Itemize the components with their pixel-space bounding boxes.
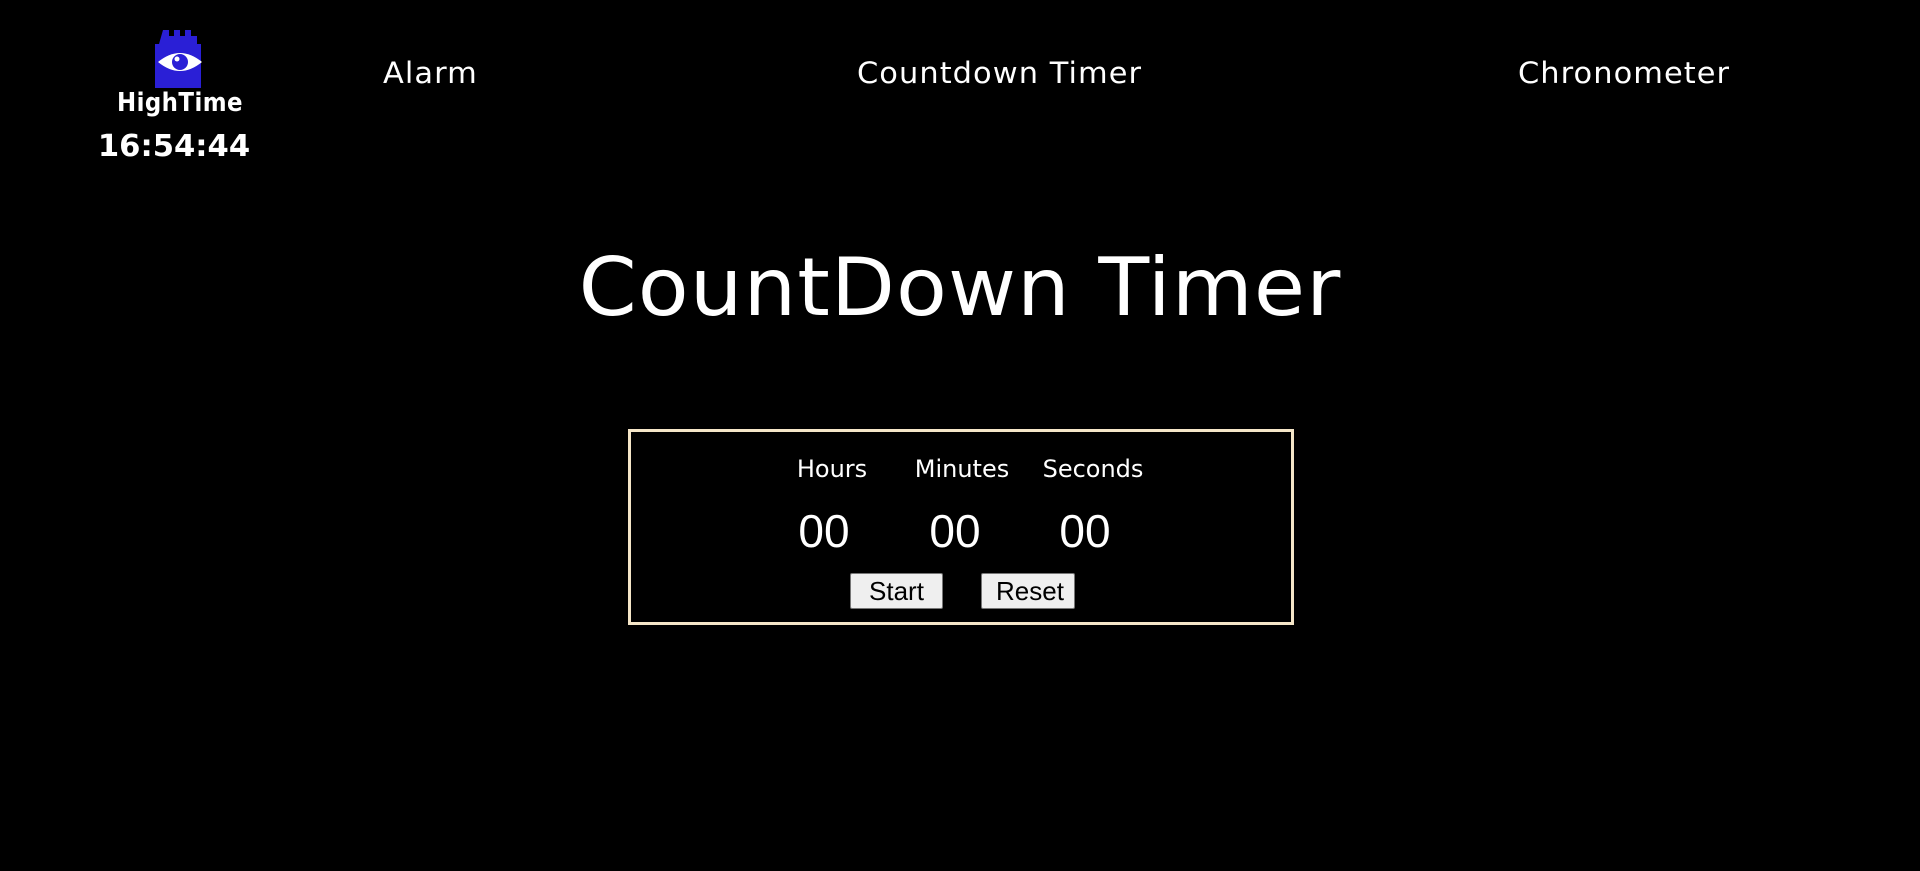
page-title: CountDown Timer [578,241,1342,334]
brand: HighTime 16:54:44 [98,28,255,164]
eye-tower-icon [155,30,202,88]
current-time-clock: 16:54:44 [97,129,251,164]
page: HighTime 16:54:44 Alarm Countdown Timer … [0,0,1920,871]
start-button[interactable]: Start [850,573,943,609]
timer-panel: Hours Minutes Seconds 00 00 00 Start Res… [628,429,1294,625]
nav-link-chronometer[interactable]: Chronometer [1518,55,1730,91]
hours-label: Hours [796,455,868,483]
timer-values: 00 00 00 [631,504,1291,558]
reset-button[interactable]: Reset [981,573,1075,609]
brand-name: HighTime [116,88,243,118]
hours-value[interactable]: 00 [774,504,874,558]
seconds-value[interactable]: 00 [1035,504,1135,558]
seconds-label: Seconds [1042,455,1144,483]
nav-link-alarm[interactable]: Alarm [383,55,478,91]
minutes-value[interactable]: 00 [905,504,1005,558]
minutes-label: Minutes [914,455,1010,483]
nav-link-countdown-timer[interactable]: Countdown Timer [857,55,1142,91]
timer-labels: Hours Minutes Seconds [631,454,1291,484]
